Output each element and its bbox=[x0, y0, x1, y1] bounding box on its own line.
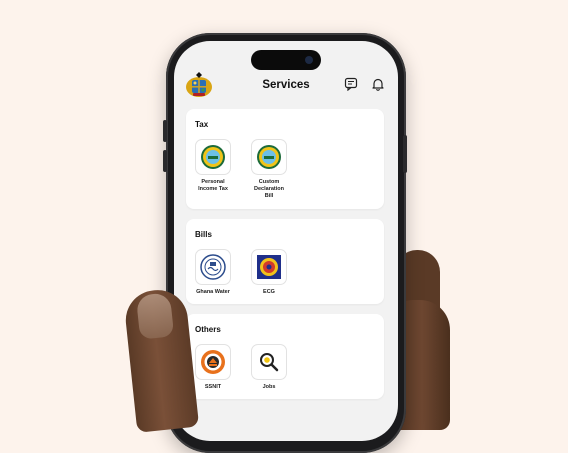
phone-screen: Services Tax Personal Income Tax Custom … bbox=[174, 41, 398, 441]
search-jobs-icon bbox=[260, 353, 279, 372]
page-title: Services bbox=[262, 79, 310, 91]
service-label: Custom Declaration Bill bbox=[254, 179, 284, 199]
service-tile[interactable] bbox=[251, 344, 287, 380]
section-title: Others bbox=[195, 325, 221, 334]
ssnit-logo-icon bbox=[201, 350, 225, 374]
service-tile[interactable] bbox=[251, 249, 287, 285]
service-label: ECG bbox=[263, 289, 275, 295]
power-button bbox=[403, 135, 407, 173]
service-tile[interactable] bbox=[195, 249, 231, 285]
section-others: Others SSNIT Jobs bbox=[186, 314, 384, 399]
service-label: Personal Income Tax bbox=[198, 179, 228, 192]
service-jobs[interactable]: Jobs bbox=[243, 344, 295, 391]
gra-logo-icon bbox=[257, 145, 281, 169]
service-ssnit[interactable]: SSNIT bbox=[187, 344, 239, 391]
service-tile[interactable] bbox=[251, 139, 287, 175]
app-header: Services bbox=[174, 71, 398, 107]
service-ghana-water[interactable]: Ghana Water bbox=[187, 249, 239, 296]
dynamic-island bbox=[251, 50, 321, 70]
section-title: Bills bbox=[195, 230, 212, 239]
service-label: Jobs bbox=[262, 384, 276, 390]
service-personal-income-tax[interactable]: Personal Income Tax bbox=[187, 139, 239, 193]
service-tile[interactable] bbox=[195, 139, 231, 175]
section-bills: Bills Ghana Water ECG bbox=[186, 219, 384, 304]
volume-up-button bbox=[163, 120, 167, 142]
section-title: Tax bbox=[195, 120, 209, 129]
service-ecg[interactable]: ECG bbox=[243, 249, 295, 296]
camera-icon bbox=[305, 56, 313, 64]
bell-icon[interactable] bbox=[371, 77, 385, 91]
section-tax: Tax Personal Income Tax Custom Declarati… bbox=[186, 109, 384, 209]
ecg-logo-icon bbox=[257, 255, 281, 279]
service-tile[interactable] bbox=[195, 344, 231, 380]
service-custom-declaration-bill[interactable]: Custom Declaration Bill bbox=[243, 139, 295, 200]
message-icon[interactable] bbox=[344, 77, 358, 91]
ghana-water-logo-icon bbox=[200, 254, 226, 280]
volume-down-button bbox=[163, 150, 167, 172]
service-label: Ghana Water bbox=[196, 289, 230, 295]
gra-logo-icon bbox=[201, 145, 225, 169]
